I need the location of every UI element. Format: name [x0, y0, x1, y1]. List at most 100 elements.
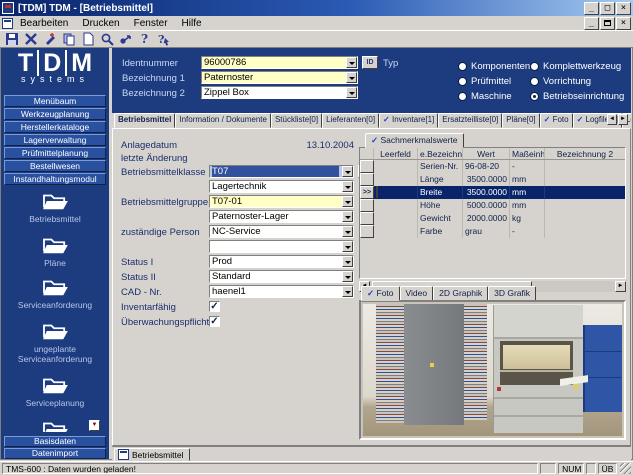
person-combo[interactable]: NC-Service — [209, 225, 354, 238]
status2-combo[interactable]: Standard — [209, 270, 354, 283]
radio-komponenten[interactable] — [458, 62, 467, 71]
table-row[interactable]: Länge 3500.0000 mm — [360, 173, 625, 186]
chevron-down-icon[interactable] — [342, 196, 353, 207]
sidebar-item-bestellwesen[interactable]: Bestellwesen — [4, 160, 106, 172]
nav-plaene[interactable]: Pläne — [1, 234, 109, 268]
resize-grip[interactable] — [620, 463, 631, 474]
id-button[interactable]: ID — [362, 56, 378, 69]
new-document-icon[interactable] — [79, 32, 96, 47]
inventarfaehig-checkbox[interactable]: ✓ — [209, 301, 220, 312]
identnummer-combo[interactable]: 96000786 — [201, 56, 358, 69]
gruppe-name-combo[interactable]: Paternoster-Lager — [209, 210, 354, 223]
tab-betriebsmittel[interactable]: Betriebsmittel — [114, 113, 175, 128]
person-combo-2[interactable] — [209, 240, 354, 253]
child-restore-button[interactable] — [600, 17, 615, 30]
key-export-icon[interactable] — [117, 32, 134, 47]
window-tab-betriebsmittel[interactable]: Betriebsmittel — [114, 448, 190, 461]
tab-video[interactable]: Video — [400, 286, 434, 301]
child-minimize-button[interactable]: _ — [584, 17, 599, 30]
col-wert[interactable]: Wert — [463, 148, 510, 159]
tab-inventare[interactable]: ✓ Inventare[1] — [379, 113, 438, 128]
chevron-down-icon[interactable] — [346, 57, 357, 68]
radio-komplettwerkzeug[interactable] — [530, 62, 539, 71]
chevron-down-icon[interactable] — [342, 241, 353, 252]
tab-lieferanten[interactable]: Lieferanten[0] — [322, 113, 379, 128]
sidebar-item-pruefmittelplanung[interactable]: Prüfmittelplanung — [4, 147, 106, 159]
chevron-down-icon[interactable] — [342, 166, 353, 177]
chevron-down-icon[interactable] — [346, 87, 357, 98]
col-leerfeld[interactable]: Leerfeld — [374, 148, 418, 159]
tab-information-dokumente[interactable]: Information / Dokumente — [175, 113, 271, 128]
tab-2d-graphik[interactable]: 2D Graphik — [433, 286, 488, 301]
sidebar-item-instandhaltungsmodul[interactable]: Instandhaltungsmodul — [4, 173, 106, 185]
col-bezeichnung[interactable]: e.Bezeichnung — [418, 148, 463, 159]
nav-scroll-down-button[interactable]: ▼ — [89, 420, 100, 431]
radio-vorrichtung[interactable] — [530, 77, 539, 86]
minimize-button[interactable]: _ — [584, 2, 599, 15]
tab-foto[interactable]: ✓ Foto — [361, 286, 400, 301]
tab-stueckliste[interactable]: Stückliste[0] — [271, 113, 322, 128]
menu-bearbeiten[interactable]: Bearbeiten — [13, 17, 75, 30]
chevron-down-icon[interactable] — [342, 181, 353, 192]
save-icon[interactable] — [3, 32, 20, 47]
sidebar-item-basisdaten[interactable]: Basisdaten — [4, 436, 106, 447]
tab-scroll-left-button[interactable]: ◄ — [607, 114, 617, 125]
radio-pruefmittel[interactable] — [458, 77, 467, 86]
chevron-down-icon[interactable] — [342, 271, 353, 282]
child-close-button[interactable]: × — [616, 17, 631, 30]
tab-foto[interactable]: ✓ Foto — [540, 113, 573, 128]
edit-new-icon[interactable] — [41, 32, 58, 47]
child-window-icon[interactable] — [2, 18, 13, 29]
help-icon[interactable]: ? — [136, 32, 153, 47]
tab-scroll-right-button[interactable]: ► — [618, 114, 628, 125]
chevron-down-icon[interactable] — [342, 286, 353, 297]
copy-icon[interactable] — [60, 32, 77, 47]
maximize-button[interactable]: □ — [600, 2, 615, 15]
sidebar-item-menubaum[interactable]: Menübaum — [4, 95, 106, 107]
table-row[interactable]: Serien-Nr. 96-08-20 - — [360, 160, 625, 173]
folder-icon — [1, 234, 109, 256]
sidebar-item-herstellerkataloge[interactable]: Herstellerkataloge — [4, 121, 106, 133]
sidebar-item-lagerverwaltung[interactable]: Lagerverwaltung — [4, 134, 106, 146]
tab-ersatzteilliste[interactable]: Ersatzteilliste[0] — [438, 113, 502, 128]
tab-3d-grafik[interactable]: 3D Grafik — [488, 286, 536, 301]
table-row[interactable]: Gewicht 2000.0000 kg — [360, 212, 625, 225]
context-help-icon[interactable]: ? — [155, 32, 172, 47]
menu-fenster[interactable]: Fenster — [127, 17, 175, 30]
col-bezeichnung2[interactable]: Bezeichnung 2 — [545, 148, 625, 159]
radio-betriebseinrichtung[interactable] — [530, 92, 539, 101]
klasse-code-combo[interactable]: T07 — [209, 165, 354, 178]
radio-maschine[interactable] — [458, 92, 467, 101]
search-icon[interactable] — [98, 32, 115, 47]
table-row[interactable]: Farbe grau - — [360, 225, 625, 238]
nav-ungeplante-serviceanforderung[interactable]: ungeplante Serviceanforderung — [1, 320, 109, 364]
menu-hilfe[interactable]: Hilfe — [175, 17, 209, 30]
nav-serviceplanung[interactable]: Serviceplanung — [1, 374, 109, 408]
tab-sachmerkmalswerte[interactable]: ✓ Sachmerkmalswerte — [365, 133, 464, 148]
bezeichnung2-combo[interactable]: Zippel Box — [201, 86, 358, 99]
tab-plaene[interactable]: Pläne[0] — [502, 113, 539, 128]
chevron-down-icon[interactable] — [346, 72, 357, 83]
chevron-down-icon[interactable] — [342, 226, 353, 237]
nav-betriebsmittel[interactable]: Betriebsmittel — [1, 190, 109, 224]
sidebar-item-werkzeugplanung[interactable]: Werkzeugplanung — [4, 108, 106, 120]
bezeichnung1-combo[interactable]: Paternoster — [201, 71, 358, 84]
status1-combo[interactable]: Prod — [209, 255, 354, 268]
current-row-marker[interactable]: >> — [360, 186, 374, 199]
sidebar-item-datenimport[interactable]: Datenimport — [4, 448, 106, 459]
menu-drucken[interactable]: Drucken — [75, 17, 126, 30]
scroll-right-icon[interactable]: ► — [615, 281, 626, 292]
ueberwachungspflichtig-checkbox[interactable]: ✓ — [209, 316, 220, 327]
chevron-down-icon[interactable] — [342, 211, 353, 222]
chevron-down-icon[interactable] — [342, 256, 353, 267]
klasse-name-combo[interactable]: Lagertechnik — [209, 180, 354, 193]
close-button[interactable]: × — [616, 2, 631, 15]
delete-icon[interactable] — [22, 32, 39, 47]
gruppe-code-combo[interactable]: T07-01 — [209, 195, 354, 208]
cad-nr-combo[interactable]: haenel1 — [209, 285, 354, 298]
table-row-selected[interactable]: >> Breite 3500.0000 mm — [360, 186, 625, 199]
leerfeld-checkbox[interactable] — [376, 186, 378, 198]
col-masseinheit[interactable]: Maßeinheit — [510, 148, 545, 159]
nav-serviceanforderung[interactable]: Serviceanforderung — [1, 276, 109, 310]
table-row[interactable]: Höhe 5000.0000 mm — [360, 199, 625, 212]
